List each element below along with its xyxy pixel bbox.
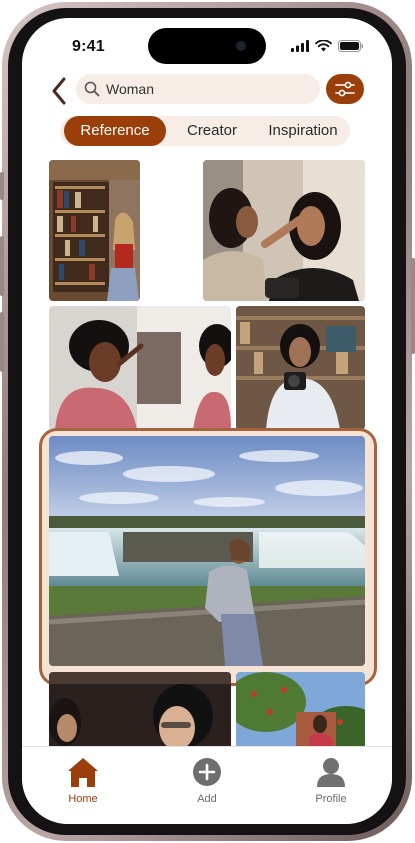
nav-profile[interactable]: Profile xyxy=(291,755,371,805)
nav-add-label: Add xyxy=(197,793,217,805)
bottom-navigation: Home Add Profile xyxy=(22,746,392,824)
sliders-icon xyxy=(335,81,355,97)
back-button[interactable] xyxy=(46,76,72,106)
filter-button[interactable] xyxy=(326,74,364,104)
tab-inspiration[interactable]: Inspiration xyxy=(256,116,350,146)
gallery-image-picking-fruit[interactable] xyxy=(236,672,365,752)
search-bar[interactable] xyxy=(76,74,320,104)
gallery-image-niagara-selected[interactable] xyxy=(49,436,365,666)
nav-home[interactable]: Home xyxy=(43,755,123,805)
volume-up-button xyxy=(0,236,4,296)
power-button xyxy=(411,258,415,354)
gallery-image-library[interactable] xyxy=(49,160,140,301)
volume-down-button xyxy=(0,312,4,372)
signal-icon xyxy=(291,40,309,52)
status-time: 9:41 xyxy=(72,38,105,55)
dynamic-island xyxy=(148,28,266,64)
status-icons xyxy=(291,40,364,52)
gallery-image-camera[interactable] xyxy=(236,306,365,430)
app-screen: 9:41 Woman Reference Creator Inspiration… xyxy=(22,18,392,824)
wifi-icon xyxy=(315,40,332,52)
tab-creator[interactable]: Creator xyxy=(170,116,254,146)
nav-add[interactable]: Add xyxy=(167,755,247,805)
home-icon xyxy=(68,758,98,787)
search-input[interactable] xyxy=(106,81,306,97)
battery-icon xyxy=(338,40,364,52)
nav-home-label: Home xyxy=(68,793,98,805)
silent-switch xyxy=(0,172,4,200)
category-tabs: Reference Creator Inspiration xyxy=(60,116,350,146)
gallery-image-makeup-mirror[interactable] xyxy=(49,306,231,430)
tab-reference[interactable]: Reference xyxy=(64,116,166,146)
add-circle-icon xyxy=(193,758,221,786)
gallery-image-makeup-pair[interactable] xyxy=(203,160,365,301)
gallery-image-portrait-dark[interactable] xyxy=(49,672,231,752)
chevron-left-icon xyxy=(52,77,66,105)
nav-profile-label: Profile xyxy=(315,793,347,805)
search-icon xyxy=(84,81,100,97)
profile-icon xyxy=(317,758,345,787)
